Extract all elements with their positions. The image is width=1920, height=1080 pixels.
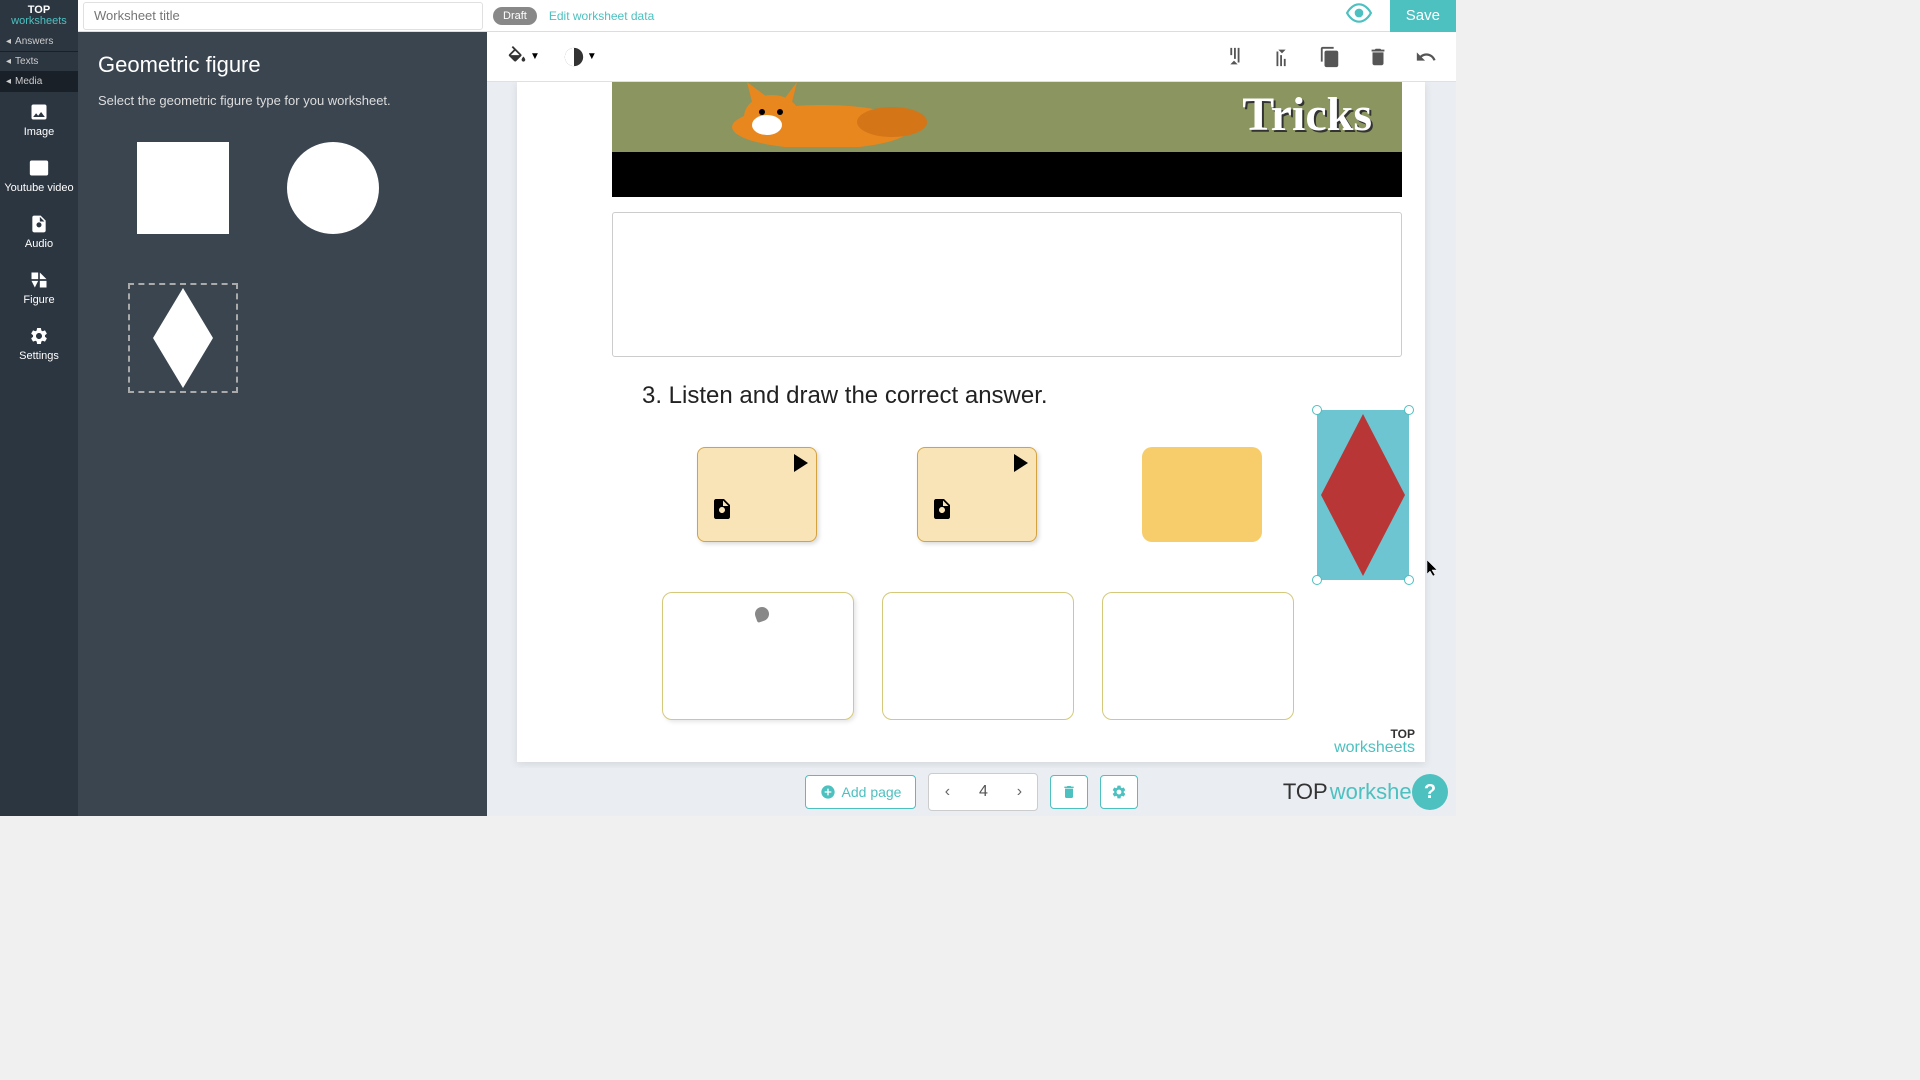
- fill-color-button[interactable]: ▼: [502, 42, 544, 72]
- canvas-toolbar: ▼ ▼: [487, 32, 1456, 82]
- audio-file-icon: [710, 495, 734, 523]
- sidebar-tool-audio[interactable]: Audio: [0, 204, 78, 260]
- answer-box-3[interactable]: [1102, 592, 1294, 720]
- gear-icon: [29, 326, 49, 346]
- sidebar-tool-figure[interactable]: Figure: [0, 260, 78, 316]
- canvas-viewport[interactable]: Tricks 3. Listen and draw the correct an…: [487, 82, 1456, 816]
- mouse-cursor: [1427, 560, 1439, 576]
- properties-panel: Geometric figure Select the geometric fi…: [78, 32, 487, 816]
- app-logo[interactable]: TOP worksheets: [0, 0, 78, 32]
- layer-down-icon: [1271, 46, 1293, 68]
- sidebar-item-media[interactable]: ◂ Media: [0, 72, 78, 92]
- canvas-area: ▼ ▼: [487, 32, 1456, 816]
- play-icon: [1014, 454, 1028, 472]
- resize-handle-tr[interactable]: [1404, 405, 1414, 415]
- bring-forward-button[interactable]: [1219, 42, 1249, 72]
- sidebar-tool-settings[interactable]: Settings: [0, 316, 78, 372]
- trash-icon: [1061, 784, 1077, 800]
- image-icon: [29, 102, 49, 122]
- duplicate-button[interactable]: [1315, 42, 1345, 72]
- diamond-shape: [1321, 414, 1405, 576]
- opacity-button[interactable]: ▼: [559, 42, 601, 72]
- help-button[interactable]: ?: [1412, 774, 1448, 810]
- undo-icon: [1415, 46, 1437, 68]
- color-card[interactable]: [1142, 447, 1262, 542]
- sidebar-item-texts[interactable]: ◂ Texts: [0, 52, 78, 72]
- page-settings-button[interactable]: [1100, 775, 1138, 809]
- page-watermark: TOP worksheets: [1334, 728, 1415, 756]
- banner-title: Tricks: [1242, 87, 1372, 142]
- text-box[interactable]: [612, 212, 1402, 357]
- panel-title: Geometric figure: [98, 52, 467, 78]
- undo-button[interactable]: [1411, 42, 1441, 72]
- fox-illustration: [712, 82, 932, 147]
- question-text[interactable]: 3. Listen and draw the correct answer.: [642, 382, 1048, 410]
- logo-bottom: worksheets: [11, 16, 67, 27]
- app-header: TOP worksheets Draft Edit worksheet data…: [0, 0, 1456, 32]
- prev-page-button[interactable]: ‹: [929, 774, 965, 810]
- shape-option-square[interactable]: [128, 133, 238, 243]
- resize-handle-bl[interactable]: [1312, 575, 1322, 585]
- plus-circle-icon: [820, 784, 836, 800]
- audio-card-2[interactable]: [917, 447, 1037, 542]
- worksheet-title-input[interactable]: [83, 2, 483, 30]
- audio-file-icon: [930, 495, 954, 523]
- youtube-icon: [29, 158, 49, 178]
- worksheet-page[interactable]: Tricks 3. Listen and draw the correct an…: [517, 82, 1425, 762]
- shape-options: [98, 133, 467, 393]
- sidebar-item-answers[interactable]: ◂ Answers: [0, 32, 78, 52]
- trash-icon: [1367, 46, 1389, 68]
- contrast-icon: [563, 46, 585, 68]
- sidebar-tool-youtube[interactable]: Youtube video: [0, 148, 78, 204]
- next-page-button[interactable]: ›: [1001, 774, 1037, 810]
- send-backward-button[interactable]: [1267, 42, 1297, 72]
- audio-card-1[interactable]: [697, 447, 817, 542]
- copy-icon: [1319, 46, 1341, 68]
- save-button[interactable]: Save: [1390, 0, 1456, 32]
- sidebar-tool-image[interactable]: Image: [0, 92, 78, 148]
- resize-handle-tl[interactable]: [1312, 405, 1322, 415]
- delete-element-button[interactable]: [1363, 42, 1393, 72]
- edit-worksheet-link[interactable]: Edit worksheet data: [549, 9, 654, 23]
- banner-image[interactable]: Tricks: [612, 82, 1402, 197]
- delete-page-button[interactable]: [1050, 775, 1088, 809]
- audio-icon: [29, 214, 49, 234]
- panel-description: Select the geometric figure type for you…: [98, 93, 467, 108]
- page-navigator: ‹ 4 ›: [928, 773, 1038, 811]
- resize-handle-br[interactable]: [1404, 575, 1414, 585]
- play-icon: [794, 454, 808, 472]
- draft-badge: Draft: [493, 7, 537, 25]
- gear-icon: [1111, 784, 1127, 800]
- shape-option-diamond[interactable]: [128, 283, 238, 393]
- preview-icon[interactable]: [1346, 0, 1372, 32]
- selected-diamond-figure[interactable]: [1317, 410, 1409, 580]
- add-page-button[interactable]: Add page: [805, 775, 917, 809]
- layer-up-icon: [1223, 46, 1245, 68]
- page-number: 4: [965, 783, 1001, 801]
- paint-bucket-icon: [506, 46, 528, 68]
- logo-top: TOP: [28, 5, 50, 16]
- shape-option-circle[interactable]: [278, 133, 388, 243]
- answer-box-2[interactable]: [882, 592, 1074, 720]
- page-controls: Add page ‹ 4 › TOPworksheets: [487, 768, 1456, 816]
- tool-sidebar: ◂ Answers ◂ Texts ◂ Media Image Youtube …: [0, 32, 78, 816]
- figure-icon: [29, 270, 49, 290]
